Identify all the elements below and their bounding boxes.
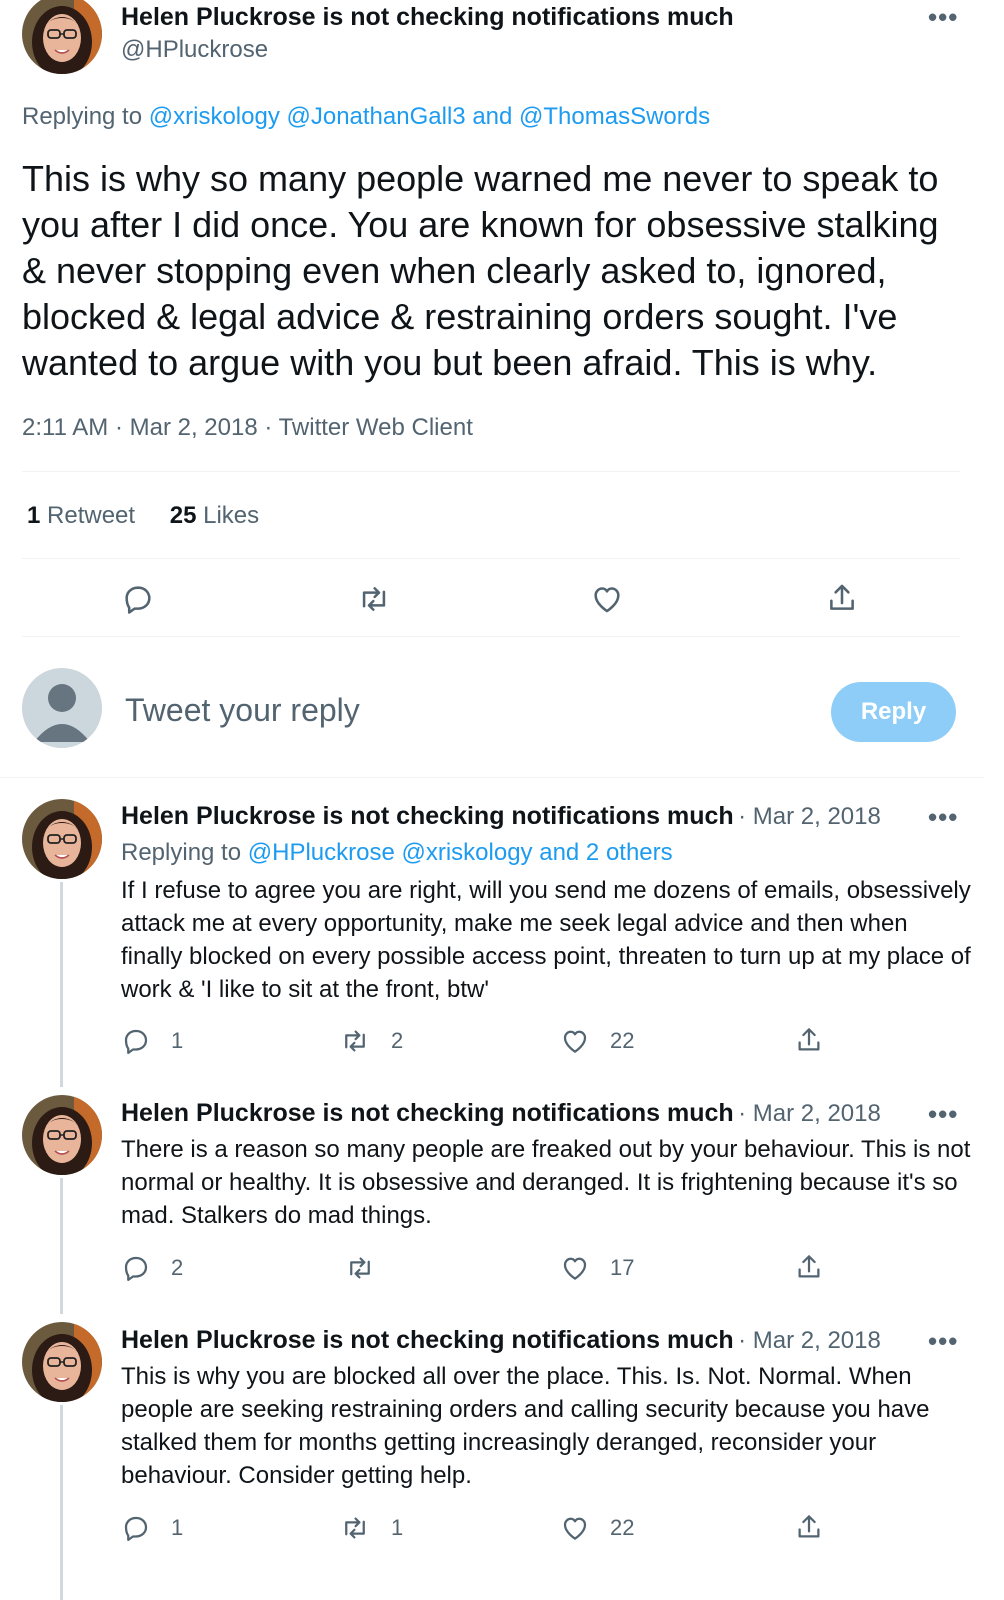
likes-count: 25	[169, 502, 197, 529]
reply-header: Helen Pluckrose is not checking notifica…	[121, 1326, 881, 1355]
reply-input[interactable]: Tweet your reply	[125, 692, 725, 729]
retweet-icon	[339, 1026, 371, 1056]
like-action[interactable]: 22	[560, 1026, 634, 1056]
engagement-stats: 1 Retweet 25 Likes	[27, 502, 259, 530]
retweet-label: Retweet	[47, 502, 136, 529]
display-name[interactable]: Helen Pluckrose is not checking notifica…	[121, 802, 734, 830]
share-icon[interactable]	[794, 1511, 824, 1543]
retweet-count: 1	[391, 1515, 404, 1540]
mention-link[interactable]: @xriskology	[149, 103, 280, 130]
avatar[interactable]	[22, 1095, 102, 1175]
reply-icon	[121, 1253, 151, 1283]
reply-count: 1	[171, 1028, 184, 1053]
tweet-text: This is why you are blocked all over the…	[121, 1363, 930, 1489]
tweet-text: There is a reason so many people are fre…	[121, 1136, 971, 1229]
user-avatar	[22, 668, 102, 748]
like-count: 17	[610, 1255, 635, 1280]
divider	[22, 471, 960, 472]
heart-icon	[560, 1253, 590, 1283]
more-icon[interactable]: •••	[928, 804, 958, 830]
share-icon[interactable]	[794, 1251, 824, 1283]
retweet-action[interactable]	[344, 1253, 396, 1283]
tweet-text: This is why so many people warned me nev…	[22, 158, 939, 383]
like-action[interactable]: 17	[560, 1253, 634, 1283]
retweet-icon	[344, 1253, 376, 1283]
heart-icon	[560, 1513, 590, 1543]
replying-to: Replying to @HPluckrose @xriskology and …	[121, 839, 673, 867]
like-count: 22	[610, 1028, 635, 1053]
reply-icon[interactable]	[121, 582, 155, 616]
reply-icon	[121, 1513, 151, 1543]
replying-to: Replying to @xriskology @JonathanGall3 a…	[22, 103, 710, 131]
divider	[0, 777, 984, 778]
reply-header: Helen Pluckrose is not checking notifica…	[121, 802, 881, 831]
retweet-count: 2	[391, 1028, 404, 1053]
likes-label: Likes	[203, 502, 260, 529]
like-count: 22	[610, 1515, 635, 1540]
retweet-icon	[339, 1513, 371, 1543]
display-name[interactable]: Helen Pluckrose is not checking notifica…	[121, 3, 734, 32]
retweet-action[interactable]: 1	[339, 1513, 403, 1543]
share-icon[interactable]	[825, 580, 859, 616]
mention-link[interactable]: @ThomasSwords	[519, 103, 710, 130]
replying-to-label: Replying to	[121, 839, 242, 866]
likes-stat[interactable]: 25 Likes	[170, 502, 259, 529]
avatar[interactable]	[22, 1322, 102, 1402]
mention-link[interactable]: @JonathanGall3	[286, 103, 465, 130]
reply-action[interactable]: 1	[121, 1026, 183, 1056]
reply-button[interactable]: Reply	[831, 682, 956, 742]
retweet-count: 1	[27, 502, 41, 529]
thread-line	[60, 882, 63, 1087]
reply-count: 2	[171, 1255, 184, 1280]
reply-count: 1	[171, 1515, 184, 1540]
avatar[interactable]	[22, 0, 102, 74]
user-handle[interactable]: @HPluckrose	[121, 36, 268, 64]
more-icon[interactable]: •••	[928, 4, 958, 30]
like-action[interactable]: 22	[560, 1513, 634, 1543]
display-name[interactable]: Helen Pluckrose is not checking notifica…	[121, 1099, 734, 1127]
more-icon[interactable]: •••	[928, 1101, 958, 1127]
heart-icon	[560, 1026, 590, 1056]
tweet-text: If I refuse to agree you are right, will…	[121, 877, 971, 1003]
heart-icon[interactable]	[590, 582, 624, 616]
share-icon[interactable]	[794, 1024, 824, 1056]
display-name[interactable]: Helen Pluckrose is not checking notifica…	[121, 1326, 734, 1354]
thread-line	[60, 1178, 63, 1314]
mention-link[interactable]: @HPluckrose @xriskology and 2 others	[248, 839, 673, 866]
reply-action[interactable]: 2	[121, 1253, 183, 1283]
mention-connector: and	[472, 103, 513, 130]
retweet-icon[interactable]	[356, 582, 392, 616]
retweet-stat[interactable]: 1 Retweet	[27, 502, 142, 529]
avatar[interactable]	[22, 799, 102, 879]
divider	[22, 558, 960, 559]
tweet-date[interactable]: · Mar 2, 2018	[738, 803, 881, 830]
replying-to-label: Replying to	[22, 103, 143, 130]
tweet-date[interactable]: · Mar 2, 2018	[738, 1100, 881, 1127]
thread-line	[60, 1405, 63, 1600]
divider	[22, 636, 960, 637]
reply-icon	[121, 1026, 151, 1056]
reply-action[interactable]: 1	[121, 1513, 183, 1543]
tweet-date[interactable]: · Mar 2, 2018	[738, 1327, 881, 1354]
retweet-action[interactable]: 2	[339, 1026, 403, 1056]
tweet-timestamp[interactable]: 2:11 AM · Mar 2, 2018 · Twitter Web Clie…	[22, 414, 473, 442]
reply-header: Helen Pluckrose is not checking notifica…	[121, 1099, 881, 1128]
more-icon[interactable]: •••	[928, 1328, 958, 1354]
